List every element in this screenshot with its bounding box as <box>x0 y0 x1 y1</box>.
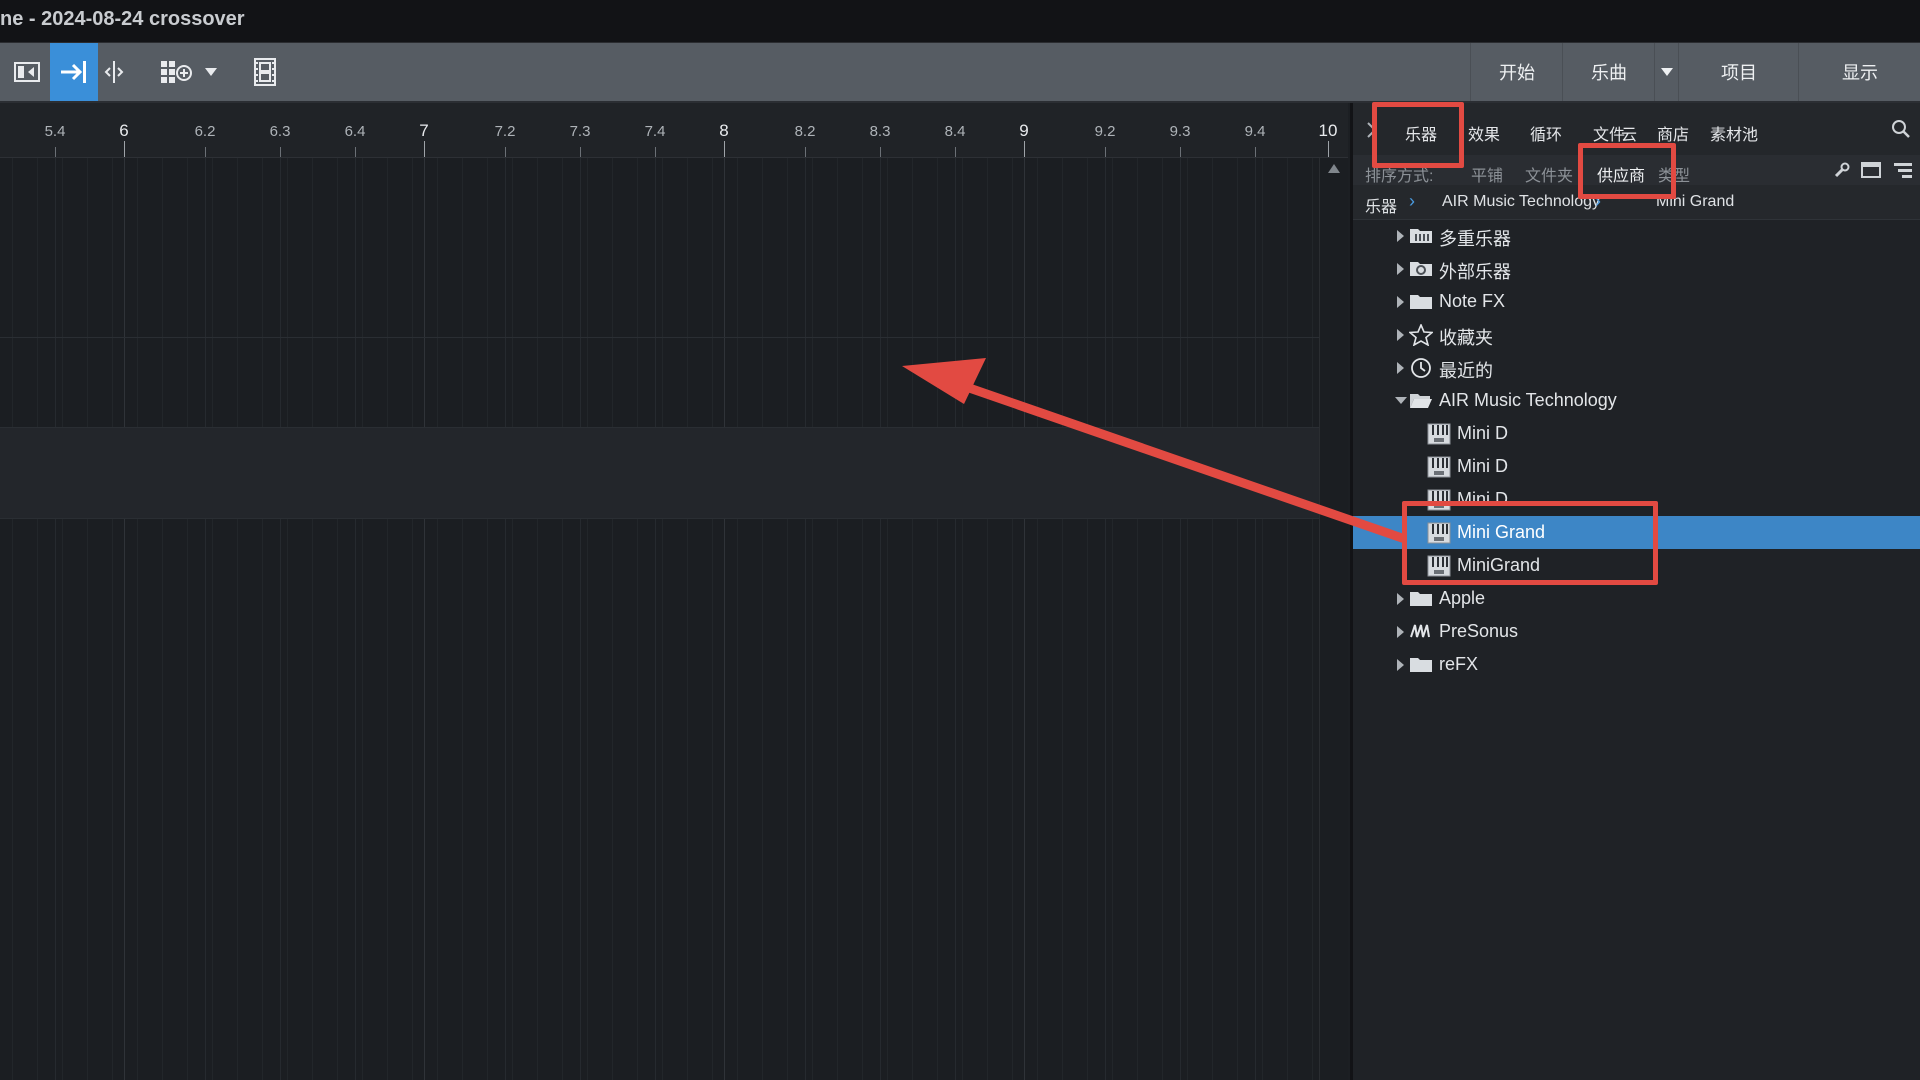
annotation-arrow <box>902 358 1407 543</box>
